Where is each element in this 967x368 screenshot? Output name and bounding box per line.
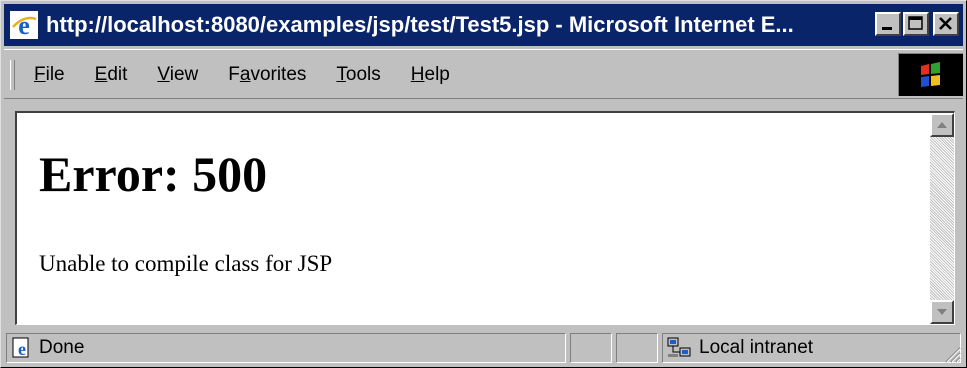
error-heading: Error: 500 [39, 146, 268, 202]
title-bar[interactable]: e http://localhost:8080/examples/jsp/tes… [4, 4, 963, 46]
arrow-up-icon [937, 122, 947, 128]
status-pane-main: e Done [6, 333, 566, 363]
minimize-icon [882, 27, 892, 30]
menu-view[interactable]: View [157, 64, 198, 86]
throbber [898, 53, 963, 96]
menu-tools[interactable]: Tools [336, 64, 380, 86]
page-content[interactable]: Error: 500 Unable to compile class for J… [15, 111, 955, 325]
ie-page-icon: e [12, 337, 29, 359]
toolbar-grip[interactable] [10, 60, 15, 90]
scroll-down-button[interactable] [930, 300, 954, 324]
resize-grip-icon[interactable] [941, 343, 961, 363]
network-computers-icon [667, 337, 691, 357]
menu-help[interactable]: Help [411, 64, 450, 86]
status-pane-security [616, 333, 658, 363]
error-message: Unable to compile class for JSP [39, 251, 333, 276]
menu-file[interactable]: File [34, 64, 65, 86]
vertical-scrollbar[interactable] [930, 113, 954, 324]
maximize-button[interactable] [903, 12, 929, 36]
status-pane-progress [570, 333, 612, 363]
menu-bar: File Edit View Favorites Tools Help [4, 49, 963, 99]
ie-logo-icon: e [10, 11, 38, 39]
browser-window: e http://localhost:8080/examples/jsp/tes… [0, 0, 967, 368]
status-bar: e Done Local intranet [4, 331, 963, 365]
maximize-icon [908, 16, 923, 30]
status-pane-zone: Local intranet [662, 333, 961, 363]
minimize-button[interactable] [875, 12, 901, 36]
svg-text:e: e [18, 339, 26, 359]
close-button[interactable] [933, 12, 959, 36]
menu-favorites[interactable]: Favorites [228, 64, 306, 86]
status-text: Done [39, 337, 85, 358]
menu-edit[interactable]: Edit [95, 64, 128, 86]
menu-items: File Edit View Favorites Tools Help [34, 64, 480, 86]
windows-flag-icon [921, 62, 940, 87]
arrow-down-icon [937, 309, 947, 315]
zone-text: Local intranet [699, 337, 814, 358]
scroll-up-button[interactable] [930, 113, 954, 137]
close-icon [939, 17, 952, 30]
window-controls [873, 12, 959, 36]
window-title: http://localhost:8080/examples/jsp/test/… [46, 12, 794, 37]
svg-text:e: e [18, 11, 30, 39]
